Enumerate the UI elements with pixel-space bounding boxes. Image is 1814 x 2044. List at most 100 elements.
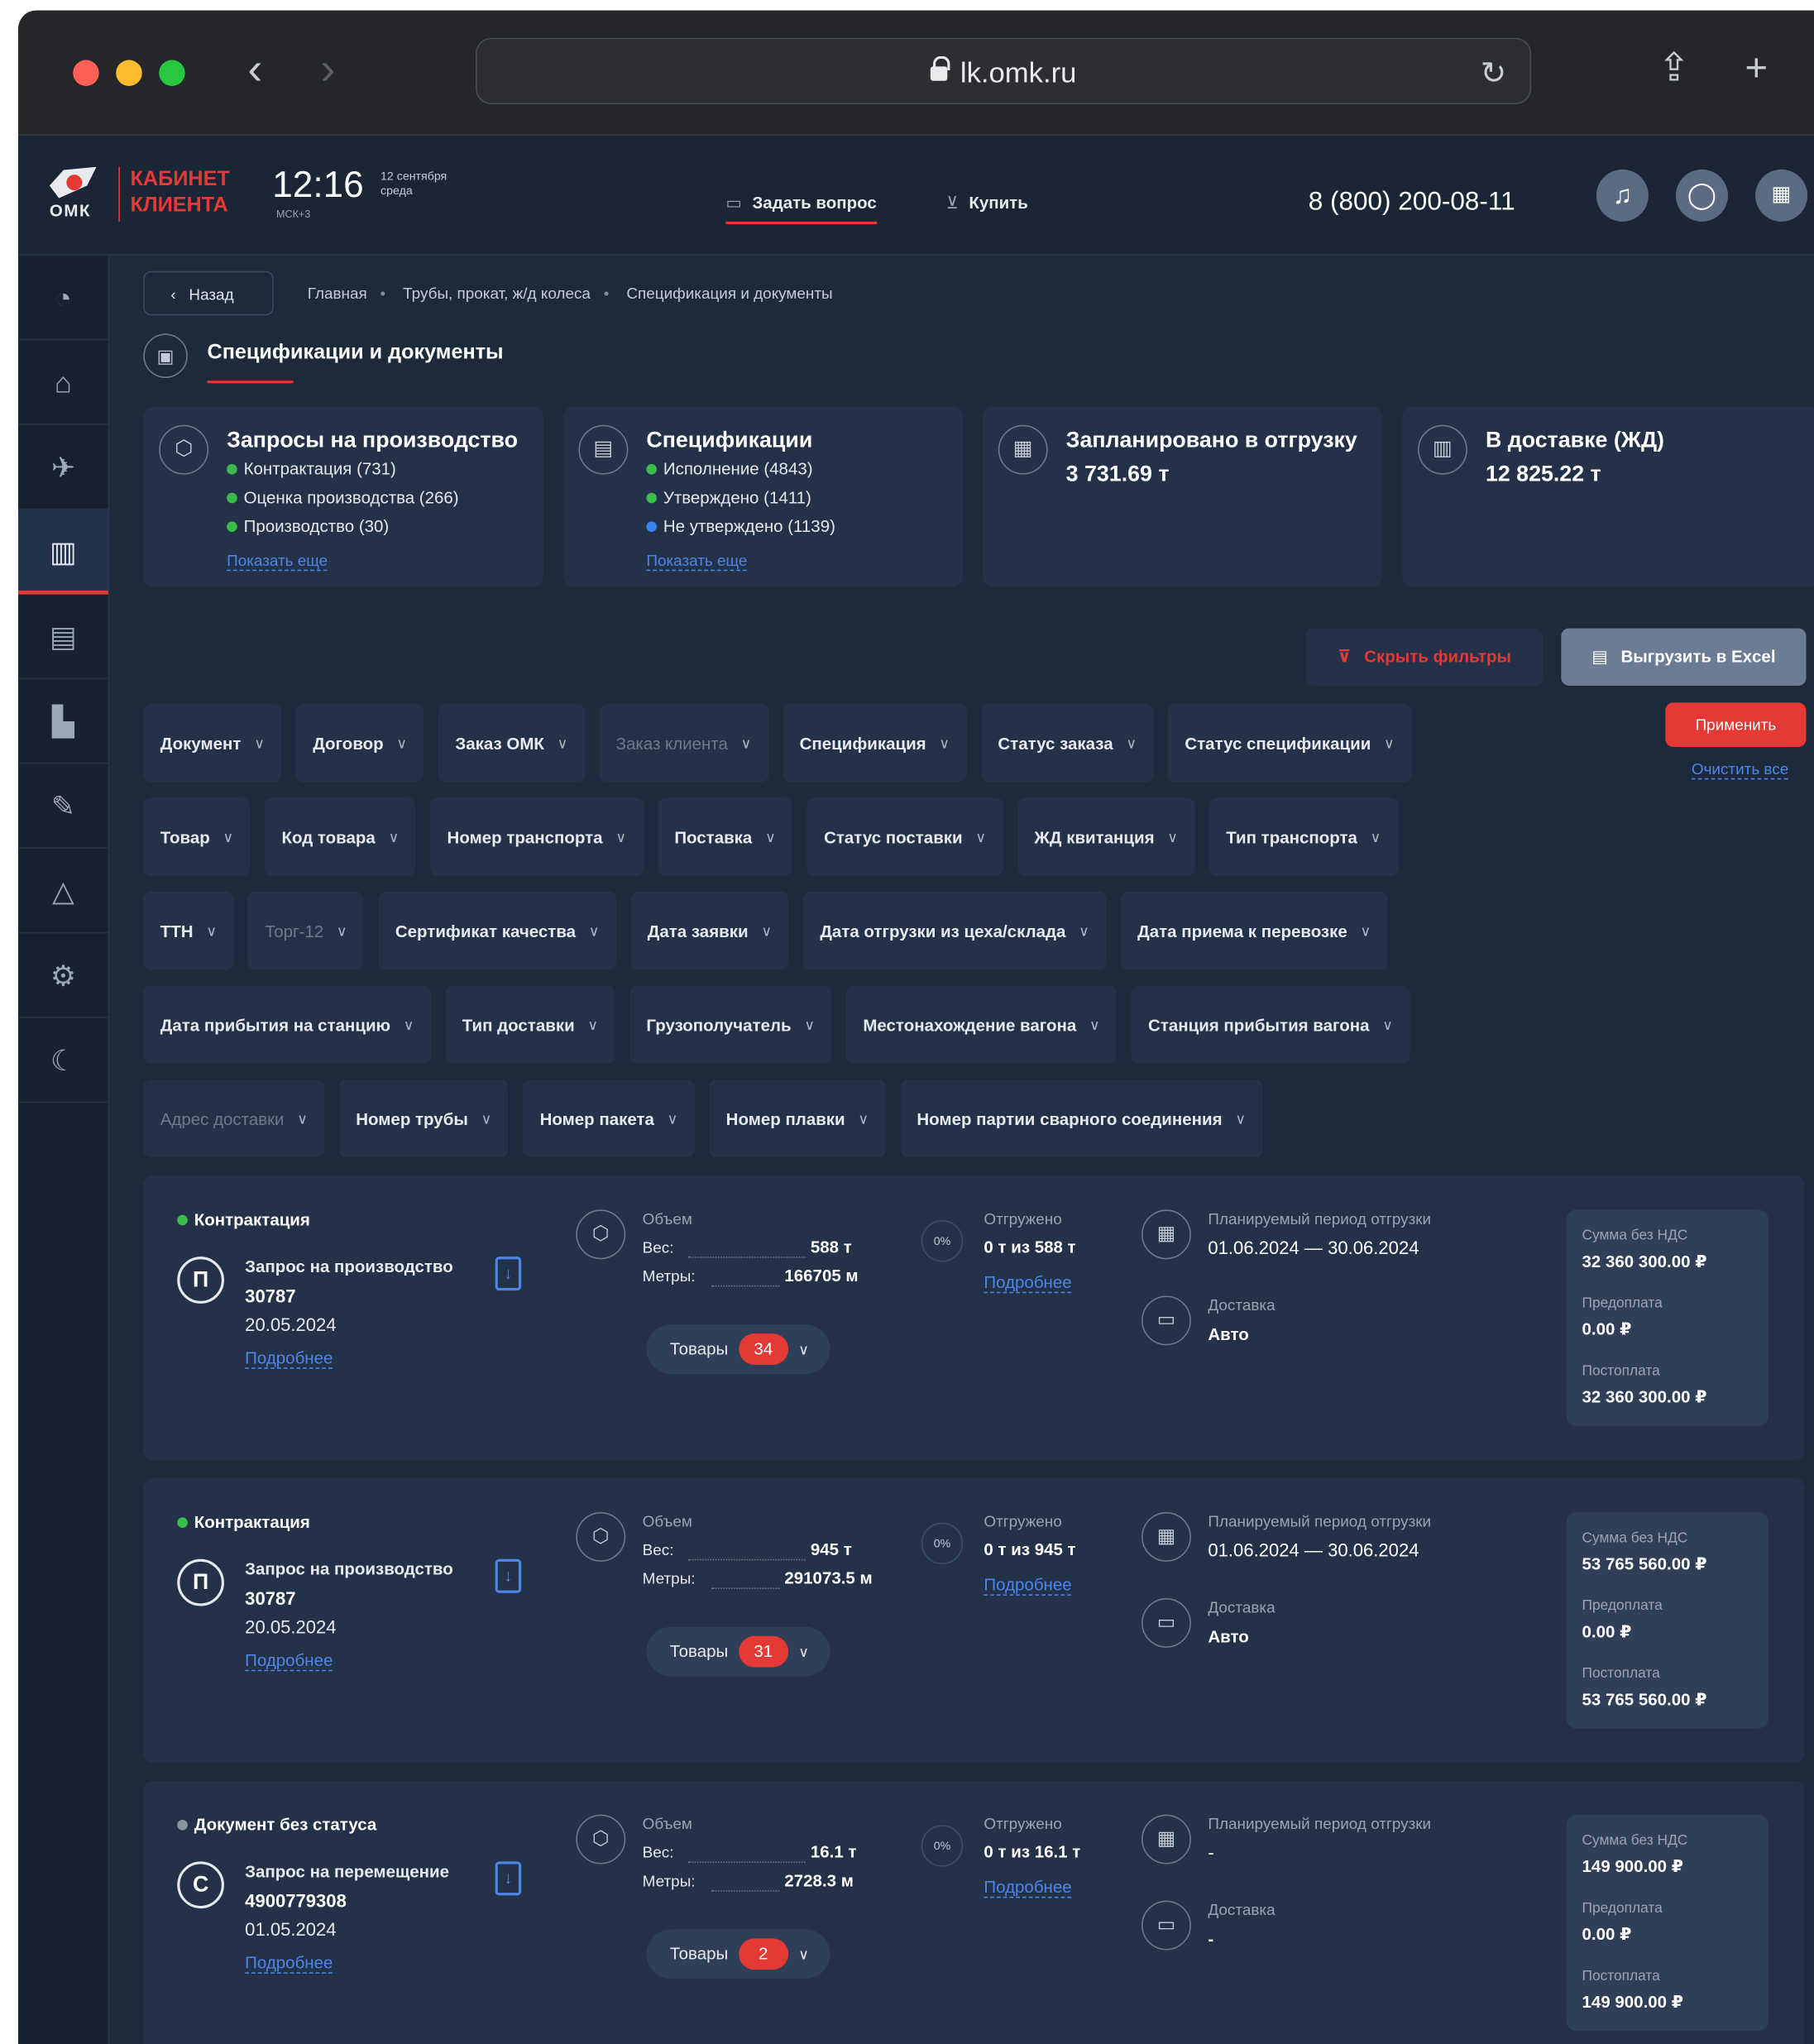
filter-dropdown[interactable]: Спецификация ∨ (783, 703, 967, 783)
filter-dropdown[interactable]: Торг-12 ∨ (247, 891, 365, 970)
summary-card-planned-shipment[interactable]: ▦ Запланировано в отгрузку 3 731.69 т (982, 406, 1383, 587)
apps-grid-icon[interactable]: ▦ (1755, 169, 1808, 222)
card-list-item[interactable]: Оценка производства (266) (227, 487, 459, 507)
factory-icon[interactable]: ▙ (18, 679, 108, 764)
delivery-label: Доставка (1208, 1900, 1276, 1919)
order-details-link[interactable]: Подробнее (245, 1650, 333, 1672)
filter-label: Документ (160, 733, 242, 754)
filter-dropdown[interactable]: Документ ∨ (143, 703, 282, 783)
filter-label: ЖД квитанция (1034, 826, 1155, 847)
goods-dropdown[interactable]: Товары 31 ∨ (646, 1626, 830, 1677)
minimize-window-button[interactable] (116, 60, 142, 87)
chevron-down-icon: ∨ (388, 830, 400, 845)
filter-dropdown[interactable]: Грузополучатель ∨ (629, 985, 832, 1064)
breadcrumb-item-home[interactable]: Главная (308, 285, 367, 303)
goods-dropdown[interactable]: Товары 34 ∨ (646, 1324, 830, 1374)
order-details-link[interactable]: Подробнее (245, 1953, 333, 1974)
moon-icon[interactable]: ☾ (18, 1018, 108, 1103)
filter-dropdown[interactable]: Местонахождение вагона ∨ (845, 985, 1118, 1064)
breadcrumb-item-category[interactable]: Трубы, прокат, ж/д колеса (403, 285, 591, 303)
filter-dropdown[interactable]: Станция прибытия вагона ∨ (1131, 985, 1410, 1064)
filter-dropdown[interactable]: ЖД квитанция ∨ (1017, 797, 1195, 877)
share-icon[interactable]: ⇪ (1658, 49, 1691, 89)
tools-icon[interactable]: ✎ (18, 764, 108, 849)
filter-dropdown[interactable]: ТТН ∨ (143, 891, 234, 970)
card-list-item[interactable]: Исполнение (4843) (646, 459, 813, 478)
back-button[interactable]: ‹ Назад (143, 270, 274, 316)
filter-dropdown[interactable]: Заказ клиента ∨ (599, 703, 768, 783)
card-list-item[interactable]: Производство (30) (227, 516, 389, 536)
filter-dropdown[interactable]: Тип транспорта ∨ (1209, 797, 1398, 877)
ask-question-link[interactable]: ▭ Задать вопрос (725, 193, 877, 225)
omk-logo[interactable]: ОМК (49, 166, 99, 220)
order-details-link[interactable]: Подробнее (245, 1348, 333, 1369)
phone-number[interactable]: 8 (800) 200-08-11 (1309, 188, 1515, 218)
shipped-details-link[interactable]: Подробнее (984, 1272, 1072, 1294)
goods-dropdown[interactable]: Товары 2 ∨ (646, 1929, 830, 1979)
shipped-details-link[interactable]: Подробнее (984, 1575, 1072, 1596)
download-icon[interactable]: ↓ (495, 1861, 522, 1896)
order-card[interactable]: Контрактация П Запрос на производство 30… (143, 1478, 1805, 1763)
download-icon[interactable]: ↓ (495, 1558, 522, 1593)
pie-chart-icon[interactable]: ◔ (18, 256, 108, 341)
filter-dropdown[interactable]: Статус спецификации ∨ (1167, 703, 1412, 783)
chevron-down-icon: ∨ (1382, 1017, 1394, 1033)
filter-label: Номер транспорта (447, 826, 603, 847)
download-icon[interactable]: ↓ (495, 1257, 522, 1291)
show-more-link[interactable]: Показать еще (227, 552, 328, 572)
filter-dropdown[interactable]: Поставка ∨ (657, 797, 793, 877)
filter-dropdown[interactable]: Номер партии сварного соединения ∨ (899, 1079, 1263, 1158)
address-bar[interactable]: lk.omk.ru ↻ (476, 37, 1532, 105)
card-list-item[interactable]: Не утверждено (1139) (646, 516, 835, 536)
clear-all-link[interactable]: Очистить все (1691, 760, 1789, 780)
shipped-details-link[interactable]: Подробнее (984, 1877, 1072, 1898)
filter-dropdown[interactable]: Код товара ∨ (265, 797, 416, 877)
filter-dropdown[interactable]: Заказ ОМК ∨ (438, 703, 585, 783)
reload-icon[interactable]: ↻ (1480, 55, 1506, 93)
filter-dropdown[interactable]: Дата отгрузки из цеха/склада ∨ (802, 891, 1107, 970)
export-excel-button[interactable]: ▤ Выгрузить в Excel (1561, 628, 1807, 686)
buy-link[interactable]: ⊻ Купить (946, 193, 1028, 213)
rocket-icon[interactable]: ✈ (18, 425, 108, 510)
wagon-icon[interactable]: ▥ (18, 510, 108, 595)
summary-card-requests[interactable]: ⬡ Запросы на производство Контрактация (… (143, 406, 543, 587)
bell-icon[interactable]: ♫ (1596, 169, 1649, 222)
close-window-button[interactable] (73, 60, 99, 87)
filter-label: Местонахождение вагона (863, 1014, 1077, 1035)
filter-dropdown[interactable]: Номер плавки ∨ (709, 1079, 886, 1158)
order-card[interactable]: Контрактация П Запрос на производство 30… (143, 1175, 1805, 1461)
filter-dropdown[interactable]: Тип доставки ∨ (445, 985, 615, 1064)
filter-dropdown[interactable]: Адрес доставки ∨ (143, 1079, 325, 1158)
settings-icon[interactable]: ⚙ (18, 933, 108, 1018)
sum-value: 149 900.00 ₽ (1582, 1856, 1683, 1876)
back-arrow-icon[interactable]: ‹ (247, 47, 262, 92)
card-list-item[interactable]: Утверждено (1411) (646, 487, 811, 507)
filter-dropdown[interactable]: Дата приема к перевозке ∨ (1120, 891, 1388, 970)
filter-dropdown[interactable]: Статус заказа ∨ (980, 703, 1154, 783)
filter-dropdown[interactable]: Номер трубы ∨ (338, 1079, 509, 1158)
new-tab-icon[interactable]: + (1745, 49, 1768, 89)
shipped-label: Отгружено (984, 1814, 1062, 1833)
filter-dropdown[interactable]: Товар ∨ (143, 797, 251, 877)
document-icon[interactable]: ▤ (18, 595, 108, 680)
home-icon[interactable]: ⌂ (18, 340, 108, 425)
summary-card-in-delivery[interactable]: ▥ В доставке (ЖД) 12 825.22 т (1402, 406, 1814, 587)
filter-dropdown[interactable]: Статус поставки ∨ (806, 797, 1003, 877)
filter-dropdown[interactable]: Договор ∨ (295, 703, 424, 783)
summary-card-specifications[interactable]: ▤ Спецификации Исполнение (4843) Утвержд… (562, 406, 964, 587)
order-card[interactable]: Документ без статуса С Запрос на перемещ… (143, 1780, 1805, 2044)
filter-dropdown[interactable]: Номер транспорта ∨ (430, 797, 644, 877)
filter-dropdown[interactable]: Сертификат качества ∨ (378, 891, 616, 970)
forward-arrow-icon[interactable]: › (321, 47, 336, 92)
apply-button[interactable]: Применить (1665, 702, 1807, 747)
card-list-item[interactable]: Контрактация (731) (227, 459, 396, 478)
maximize-window-button[interactable] (159, 60, 185, 87)
user-icon[interactable]: ◯ (1675, 169, 1728, 222)
order-status: Контрактация (177, 1209, 310, 1229)
hide-filters-button[interactable]: ⊽ Скрыть фильтры (1305, 628, 1544, 686)
filter-dropdown[interactable]: Дата заявки ∨ (630, 891, 789, 970)
filter-dropdown[interactable]: Номер пакета ∨ (523, 1079, 695, 1158)
warning-icon[interactable]: △ (18, 849, 108, 934)
show-more-link[interactable]: Показать еще (646, 552, 748, 572)
filter-dropdown[interactable]: Дата прибытия на станцию ∨ (143, 985, 431, 1064)
